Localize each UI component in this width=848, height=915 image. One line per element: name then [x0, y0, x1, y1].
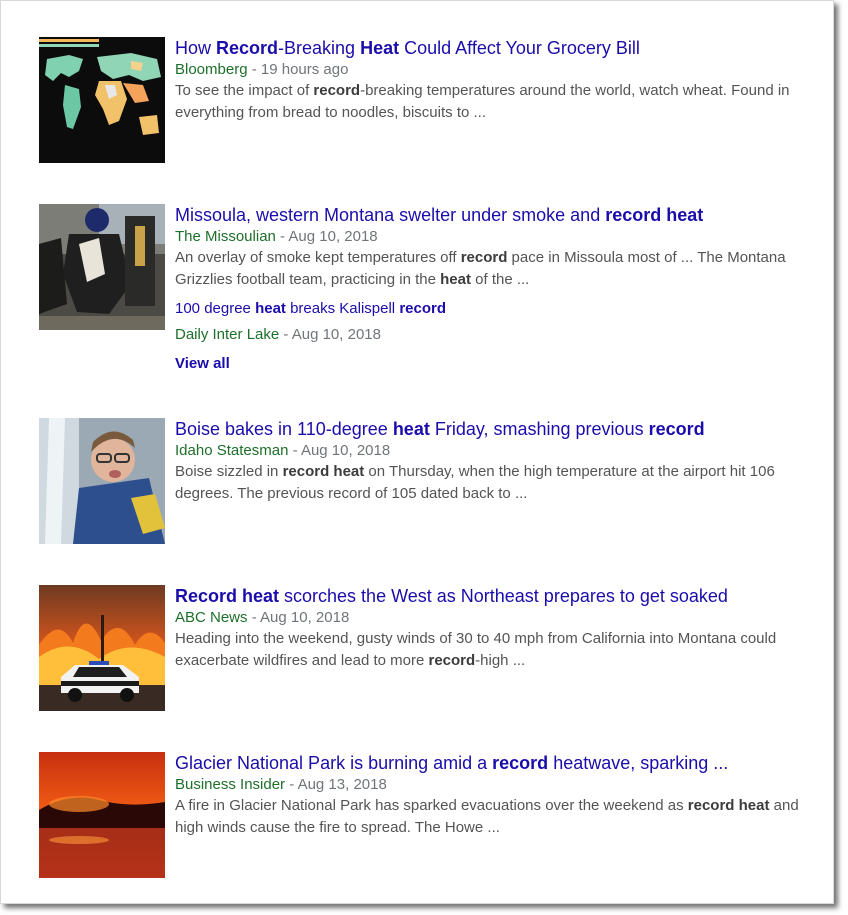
football-players-thumbnail[interactable]: [39, 204, 165, 330]
snippet-highlight: record heat: [687, 797, 770, 814]
title-highlight: Record: [216, 38, 279, 58]
snippet-text: of the ...: [470, 271, 530, 288]
title-highlight: record: [648, 419, 705, 439]
result-snippet: A fire in Glacier National Park has spar…: [175, 795, 809, 839]
related-story-link[interactable]: 100 degree heat breaks Kalispell record: [175, 299, 809, 319]
snippet-text: An overlay of smoke kept temperatures of…: [175, 249, 461, 266]
meta-separator: -: [247, 61, 261, 78]
source-name: Bloomberg: [175, 61, 248, 78]
result-title-link[interactable]: Glacier National Park is burning amid a …: [175, 752, 809, 774]
title-text: scorches the West as Northeast prepares …: [279, 586, 728, 606]
result-title-link[interactable]: Record heat scorches the West as Northea…: [175, 585, 809, 607]
title-highlight: Record heat: [175, 586, 280, 606]
title-highlight: Heat: [360, 38, 400, 58]
related-title-highlight: heat: [255, 300, 286, 317]
title-text: Missoula, western Montana swelter under …: [175, 205, 606, 225]
related-source-name: Daily Inter Lake: [175, 326, 280, 343]
title-text: Friday, smashing previous: [429, 419, 649, 439]
publish-date: Aug 10, 2018: [288, 228, 378, 245]
result-meta: Business Insider - Aug 13, 2018: [175, 775, 809, 795]
meta-separator: -: [247, 609, 261, 626]
snippet-highlight: record heat: [282, 463, 365, 480]
source-name: The Missoulian: [175, 228, 276, 245]
result-snippet: An overlay of smoke kept temperatures of…: [175, 247, 809, 291]
result-title-link[interactable]: How Record-Breaking Heat Could Affect Yo…: [175, 37, 809, 59]
glacier-fire-thumbnail[interactable]: [39, 752, 165, 878]
title-text: Boise bakes in 110-degree: [175, 419, 393, 439]
result-meta: Bloomberg - 19 hours ago: [175, 60, 809, 80]
wildfire-police-car-thumbnail[interactable]: [39, 585, 165, 711]
publish-date: 19 hours ago: [260, 61, 349, 78]
related-title-text: breaks Kalispell: [285, 300, 400, 317]
result-meta: The Missoulian - Aug 10, 2018: [175, 227, 809, 247]
related-title-text: 100 degree: [175, 300, 256, 317]
result-meta: Idaho Statesman - Aug 10, 2018: [175, 441, 809, 461]
related-meta: Daily Inter Lake - Aug 10, 2018: [175, 325, 809, 345]
snippet-highlight: record: [460, 249, 508, 266]
snippet-highlight: record: [313, 82, 361, 99]
title-highlight: heat: [392, 419, 430, 439]
news-results-panel: How Record-Breaking Heat Could Affect Yo…: [0, 0, 834, 904]
publish-date: Aug 10, 2018: [300, 442, 391, 459]
snippet-text: A fire in Glacier National Park has spar…: [175, 797, 688, 814]
source-name: ABC News: [175, 609, 248, 626]
result-meta: ABC News - Aug 10, 2018: [175, 608, 809, 628]
related-title-highlight: record: [399, 300, 446, 317]
related-publish-date: Aug 10, 2018: [291, 326, 381, 343]
world-heat-map-thumbnail[interactable]: [39, 37, 165, 163]
snippet-highlight: heat: [440, 271, 471, 288]
title-text: How: [175, 38, 217, 58]
source-name: Idaho Statesman: [175, 442, 289, 459]
view-all-link[interactable]: View all: [175, 354, 809, 374]
snippet-text: Boise sizzled in: [175, 463, 283, 480]
result-snippet: To see the impact of record-breaking tem…: [175, 80, 809, 124]
meta-separator: -: [275, 228, 289, 245]
title-text: heatwave, sparking ...: [548, 753, 729, 773]
meta-separator: -: [279, 326, 292, 343]
title-text: -Breaking: [278, 38, 361, 58]
title-text: Glacier National Park is burning amid a: [175, 753, 493, 773]
result-snippet: Boise sizzled in record heat on Thursday…: [175, 461, 809, 505]
meta-separator: -: [288, 442, 301, 459]
result-title-link[interactable]: Missoula, western Montana swelter under …: [175, 204, 809, 226]
publish-date: Aug 13, 2018: [297, 776, 387, 793]
title-text: Could Affect Your Grocery Bill: [399, 38, 640, 58]
result-snippet: Heading into the weekend, gusty winds of…: [175, 628, 809, 672]
meta-separator: -: [285, 776, 298, 793]
title-highlight: record: [492, 753, 549, 773]
snippet-text: -high ...: [475, 652, 526, 669]
title-highlight: record heat: [605, 205, 704, 225]
boy-in-fountain-thumbnail[interactable]: [39, 418, 165, 544]
snippet-text: To see the impact of: [175, 82, 314, 99]
publish-date: Aug 10, 2018: [260, 609, 350, 626]
snippet-highlight: record: [428, 652, 476, 669]
source-name: Business Insider: [175, 776, 286, 793]
result-title-link[interactable]: Boise bakes in 110-degree heat Friday, s…: [175, 418, 809, 440]
